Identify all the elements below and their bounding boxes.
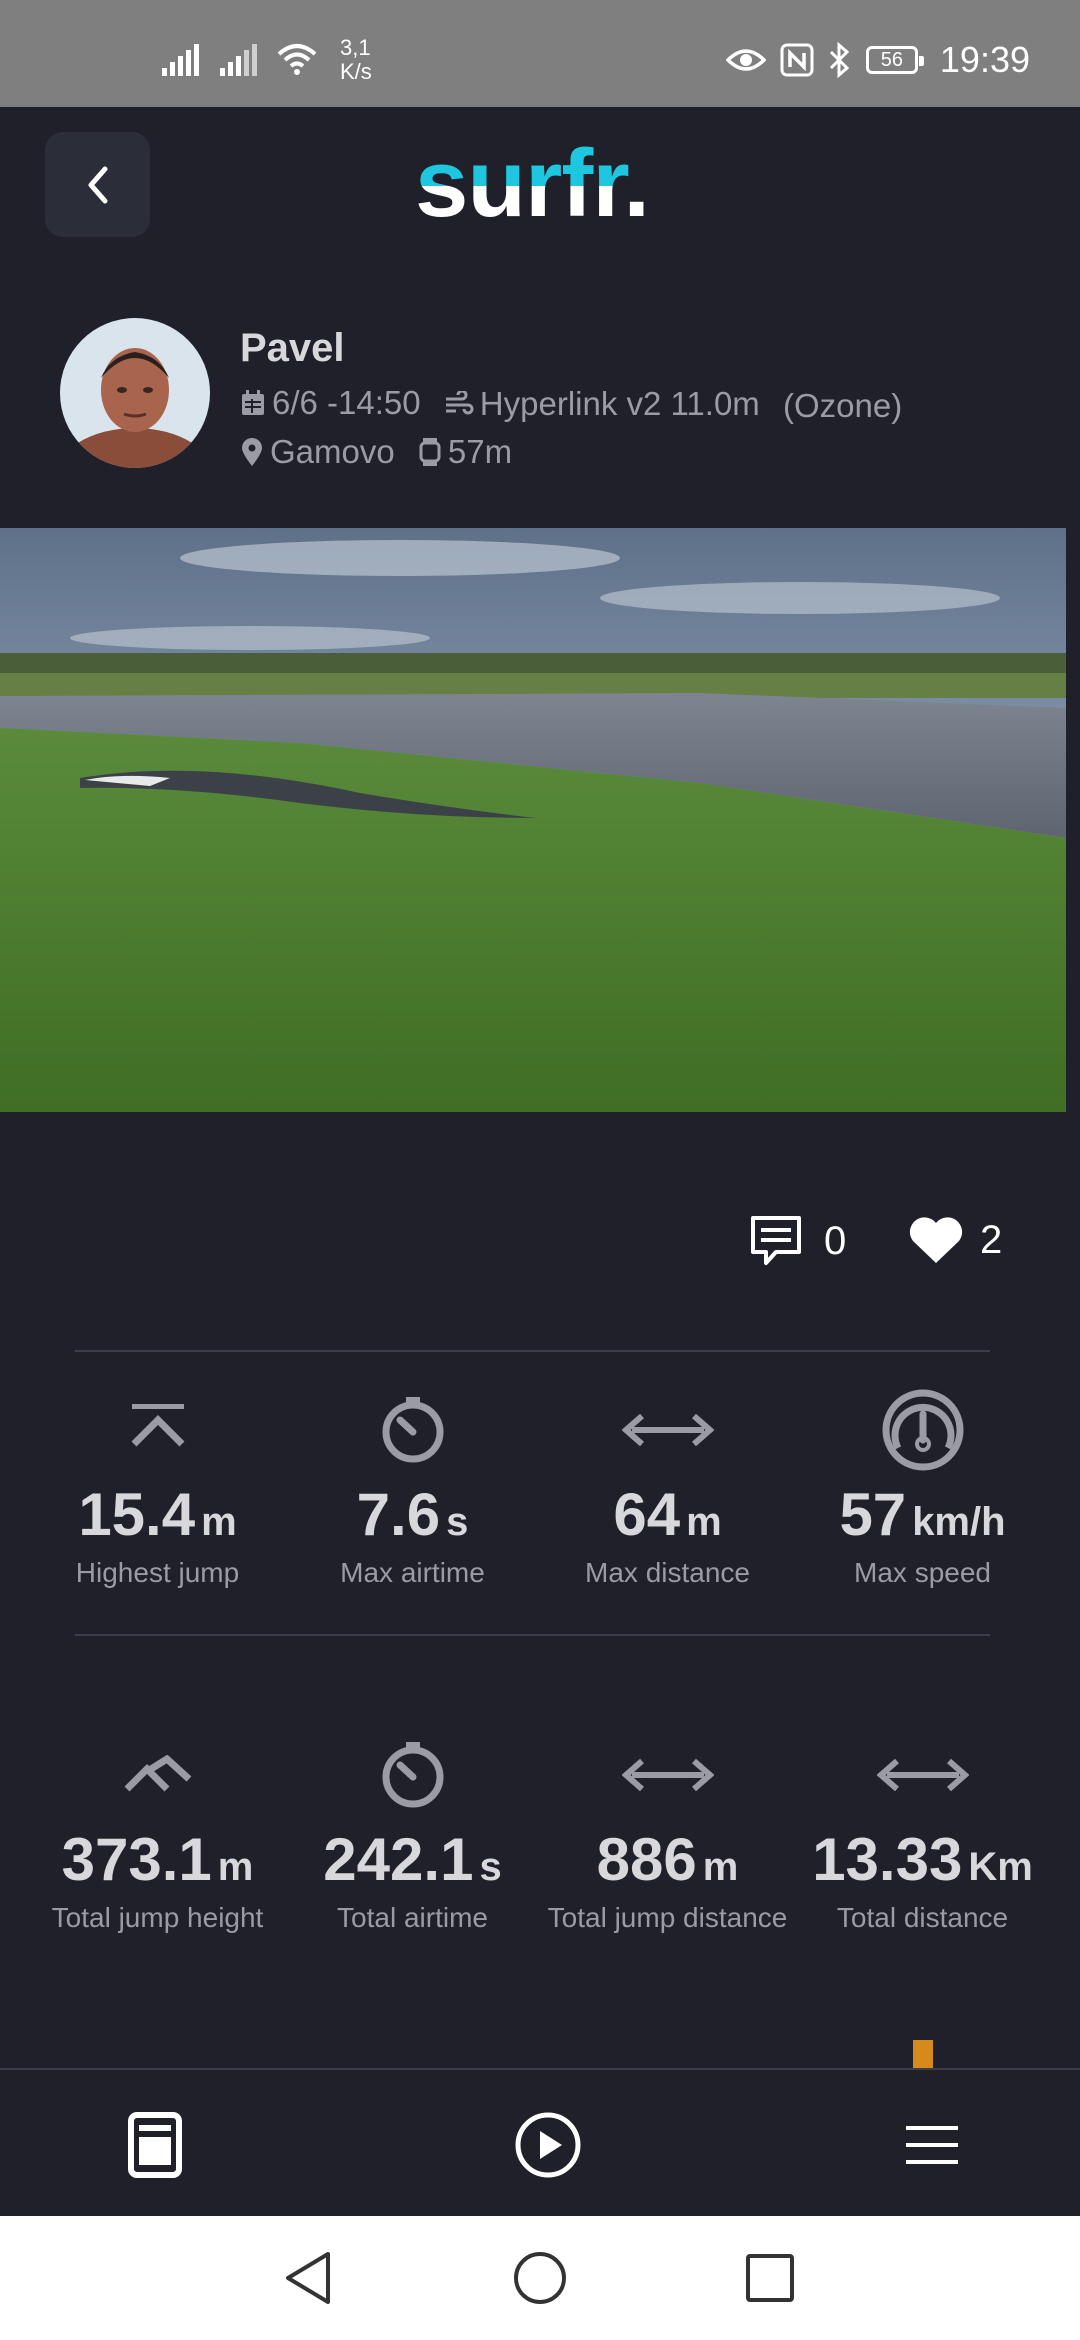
net-speed-value: 3,1 (340, 35, 371, 60)
heart-icon (909, 1217, 963, 1263)
eye-icon (725, 49, 766, 71)
chevron-left-icon (88, 166, 107, 203)
avatar-photo (60, 318, 210, 468)
app-header: surfr. (0, 107, 1080, 257)
triangle-back-icon (286, 2252, 330, 2304)
arrows-horizontal-icon (621, 1725, 714, 1825)
session-equipment: Hyperlink v2 11.0m (444, 381, 760, 427)
network-indicators: 3,1 K/s (160, 30, 372, 90)
session-header: Pavel 6/6 -14:50 Hyperlink v2 11.0m (Ozo… (60, 318, 1040, 470)
divider (75, 1634, 990, 1636)
timer-icon (378, 1725, 448, 1825)
calendar-icon (242, 390, 264, 415)
stat-label: Total airtime (337, 1902, 488, 1933)
divider (75, 1350, 990, 1352)
stat-label: Total distance (836, 1902, 1009, 1933)
square-recents-icon (746, 2254, 794, 2302)
stats-total-row: 373.1 m Total jump height 242.1 s Total ai… (30, 1725, 1050, 1955)
back-button[interactable] (45, 132, 150, 237)
stat-value: 64 m (613, 1481, 722, 1548)
stat-label: Max speed (854, 1557, 991, 1588)
play-circle-icon (515, 2112, 581, 2178)
stat-label: Max airtime (340, 1557, 485, 1588)
stat-value: 373.1 m (61, 1826, 254, 1893)
scroll-indicator (913, 2040, 933, 2068)
watch-icon (419, 438, 441, 466)
net-speed: 3,1 K/s (340, 36, 372, 84)
stat-value: 886 m (596, 1826, 739, 1893)
bottom-navigation (0, 2068, 1080, 2218)
stat-total-jump-distance: 886 m Total jump distance (540, 1725, 795, 1955)
stat-value: 7.6 s (356, 1481, 469, 1548)
likes-count: 2 (980, 1217, 1003, 1262)
bluetooth-icon (829, 42, 850, 78)
comments-button[interactable]: 0 (750, 1215, 846, 1267)
system-home-button[interactable] (510, 2248, 570, 2308)
jump-up-icon (128, 1380, 188, 1480)
timer-icon (378, 1380, 448, 1480)
stat-total-jump-height: 373.1 m Total jump height (30, 1725, 285, 1955)
device-icon (128, 2112, 182, 2178)
stat-total-distance: 13.33 Km Total distance (795, 1725, 1050, 1955)
stat-label: Max distance (585, 1557, 750, 1588)
map-pin-icon (242, 438, 262, 466)
wind-icon (445, 391, 474, 415)
session-duration: 57m (418, 429, 512, 475)
stat-label: Total jump distance (547, 1902, 788, 1933)
arrows-horizontal-icon (621, 1380, 714, 1480)
comments-count: 0 (824, 1218, 847, 1263)
stat-max-speed: 57 km/h Max speed (795, 1380, 1050, 1610)
clock: 19:39 (939, 39, 1030, 80)
user-name[interactable]: Pavel (240, 326, 345, 371)
nav-play-button[interactable] (513, 2110, 583, 2180)
likes-button[interactable]: 2 (908, 1215, 1002, 1265)
arrows-horizontal-icon (876, 1725, 969, 1825)
session-date-text: 6/6 -14:50 (272, 384, 421, 421)
session-photo[interactable] (0, 528, 1066, 1112)
brand-text: (Ozone) (782, 387, 903, 424)
circle-home-icon (514, 2252, 566, 2304)
equipment-text: Hyperlink v2 11.0m (479, 385, 760, 422)
comment-icon (751, 1216, 801, 1265)
stat-value: 13.33 Km (812, 1826, 1033, 1893)
stat-total-airtime: 242.1 s Total airtime (285, 1725, 540, 1955)
system-indicators: 56 19:39 (725, 30, 1030, 90)
signal-icon (220, 44, 257, 76)
signal-icon (162, 44, 199, 76)
stat-max-airtime: 7.6 s Max airtime (285, 1380, 540, 1610)
system-back-button[interactable] (278, 2248, 338, 2308)
session-meta: 6/6 -14:50 Hyperlink v2 11.0m (Ozone) Ga… (240, 380, 1040, 479)
duration-text: 57m (447, 433, 513, 470)
app-logo: surfr. (415, 130, 650, 237)
stat-max-distance: 64 m Max distance (540, 1380, 795, 1610)
double-chevron-up-icon (123, 1725, 193, 1825)
nav-feed-button[interactable] (120, 2110, 190, 2180)
net-speed-unit: K/s (340, 59, 372, 84)
nfc-icon (780, 43, 814, 77)
location-text: Gamovo (270, 433, 395, 470)
system-navigation-bar (0, 2216, 1080, 2340)
battery-icon: 56 (865, 46, 924, 74)
stats-max-row: 15.4 m Highest jump 7.6 s Max airtime 64 m … (30, 1380, 1050, 1610)
wifi-icon (277, 44, 317, 75)
menu-icon (906, 2126, 958, 2164)
stat-label: Highest jump (75, 1557, 240, 1588)
stat-value: 57 km/h (839, 1481, 1006, 1548)
equipment-brand: (Ozone) (783, 383, 902, 429)
stat-label: Total jump height (51, 1902, 264, 1933)
battery-level: 56 (880, 48, 904, 71)
social-bar: 0 2 (0, 1215, 1080, 1275)
stat-value: 242.1 s (323, 1826, 502, 1893)
avatar[interactable] (60, 318, 210, 468)
landscape-image (0, 528, 1066, 1112)
session-date: 6/6 -14:50 (240, 380, 421, 426)
stat-value: 15.4 m (78, 1481, 237, 1548)
system-recents-button[interactable] (740, 2248, 800, 2308)
stat-highest-jump: 15.4 m Highest jump (30, 1380, 285, 1610)
speedometer-icon (881, 1380, 965, 1480)
status-bar: 3,1 K/s 56 19:39 (0, 0, 1080, 107)
session-location: Gamovo (240, 429, 395, 475)
nav-menu-button[interactable] (897, 2110, 967, 2180)
